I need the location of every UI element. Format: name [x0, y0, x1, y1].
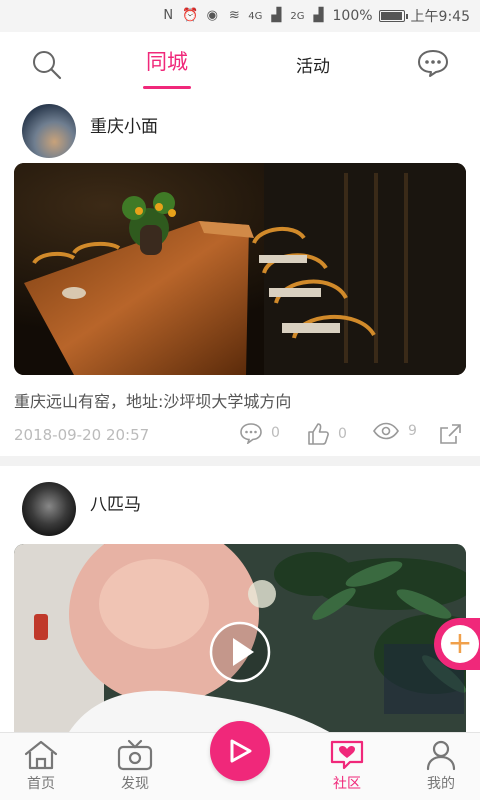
tab-tongcheng[interactable]: 同城 — [146, 46, 188, 76]
comment-button[interactable]: 0 — [239, 422, 280, 444]
comment-count: 0 — [271, 425, 280, 441]
bottom-nav: 首页 发现 社区 我的 — [0, 721, 480, 800]
network-2g-label: 2G — [290, 10, 305, 22]
tab-huodong[interactable]: 活动 — [296, 52, 330, 77]
nav-home[interactable]: 首页 — [6, 739, 76, 793]
feed[interactable]: 重庆小面 重庆远山有窑，地址:沙坪坝大学城方向 2018-09-20 20:57… — [0, 94, 480, 732]
play-icon — [230, 739, 252, 763]
battery-percent: 100% — [332, 8, 373, 24]
heart-chat-icon — [330, 740, 364, 770]
post-video[interactable] — [14, 544, 466, 732]
share-button[interactable] — [438, 422, 464, 446]
message-icon[interactable] — [416, 48, 450, 78]
post-caption: 重庆远山有窑，地址:沙坪坝大学城方向 — [14, 392, 292, 411]
signal-icon: ▟ — [271, 8, 282, 23]
nav-discover-label: 发现 — [121, 776, 149, 792]
post-card[interactable]: 重庆小面 重庆远山有窑，地址:沙坪坝大学城方向 2018-09-20 20:57… — [0, 94, 480, 456]
comment-icon — [240, 423, 262, 444]
plus-icon: + — [441, 625, 479, 663]
avatar[interactable] — [22, 104, 76, 158]
status-bar: N ⏰ ◉ ≋ 4G ▟ 2G ▟ 100% 上午9:45 — [0, 0, 480, 32]
nav-mine[interactable]: 我的 — [406, 739, 476, 793]
post-divider — [0, 456, 480, 466]
thumbs-up-icon — [308, 423, 329, 445]
nav-community-label: 社区 — [333, 776, 361, 792]
view-stat: 9 — [372, 422, 417, 440]
home-icon — [24, 740, 58, 770]
nav-home-label: 首页 — [27, 776, 55, 792]
battery-icon — [378, 10, 408, 22]
person-icon — [426, 740, 456, 771]
post-image[interactable] — [14, 163, 466, 375]
alarm-icon: ⏰ — [182, 8, 199, 23]
network-4g-label: 4G — [248, 10, 263, 22]
tv-icon — [117, 739, 153, 771]
nav-discover[interactable]: 发现 — [100, 739, 170, 793]
restaurant-photo — [14, 163, 466, 375]
active-tab-indicator — [143, 86, 191, 89]
wifi-icon: ≋ — [228, 8, 240, 23]
share-icon — [440, 424, 461, 444]
signal-icon-2: ▟ — [313, 8, 324, 23]
nav-mine-label: 我的 — [427, 776, 455, 792]
eye-icon: ◉ — [206, 8, 218, 23]
nav-community[interactable]: 社区 — [312, 739, 382, 793]
view-count: 9 — [408, 423, 417, 439]
add-post-button[interactable]: + — [434, 618, 480, 670]
search-icon[interactable] — [30, 48, 64, 82]
post-author[interactable]: 八匹马 — [90, 490, 141, 515]
top-nav: 同城 活动 — [0, 32, 480, 94]
play-video-icon[interactable] — [208, 620, 272, 684]
nfc-icon: N — [163, 8, 174, 23]
post-card[interactable]: 八匹马 — [0, 466, 480, 732]
eye-view-icon — [373, 422, 399, 440]
clock: 上午9:45 — [410, 9, 470, 25]
publish-play-button[interactable] — [210, 721, 270, 781]
like-button[interactable]: 0 — [306, 422, 347, 446]
like-count: 0 — [338, 426, 347, 442]
post-meta: 2018-09-20 20:57 0 0 9 — [14, 422, 466, 448]
post-author[interactable]: 重庆小面 — [90, 112, 158, 137]
post-date: 2018-09-20 20:57 — [14, 426, 150, 444]
avatar[interactable] — [22, 482, 76, 536]
